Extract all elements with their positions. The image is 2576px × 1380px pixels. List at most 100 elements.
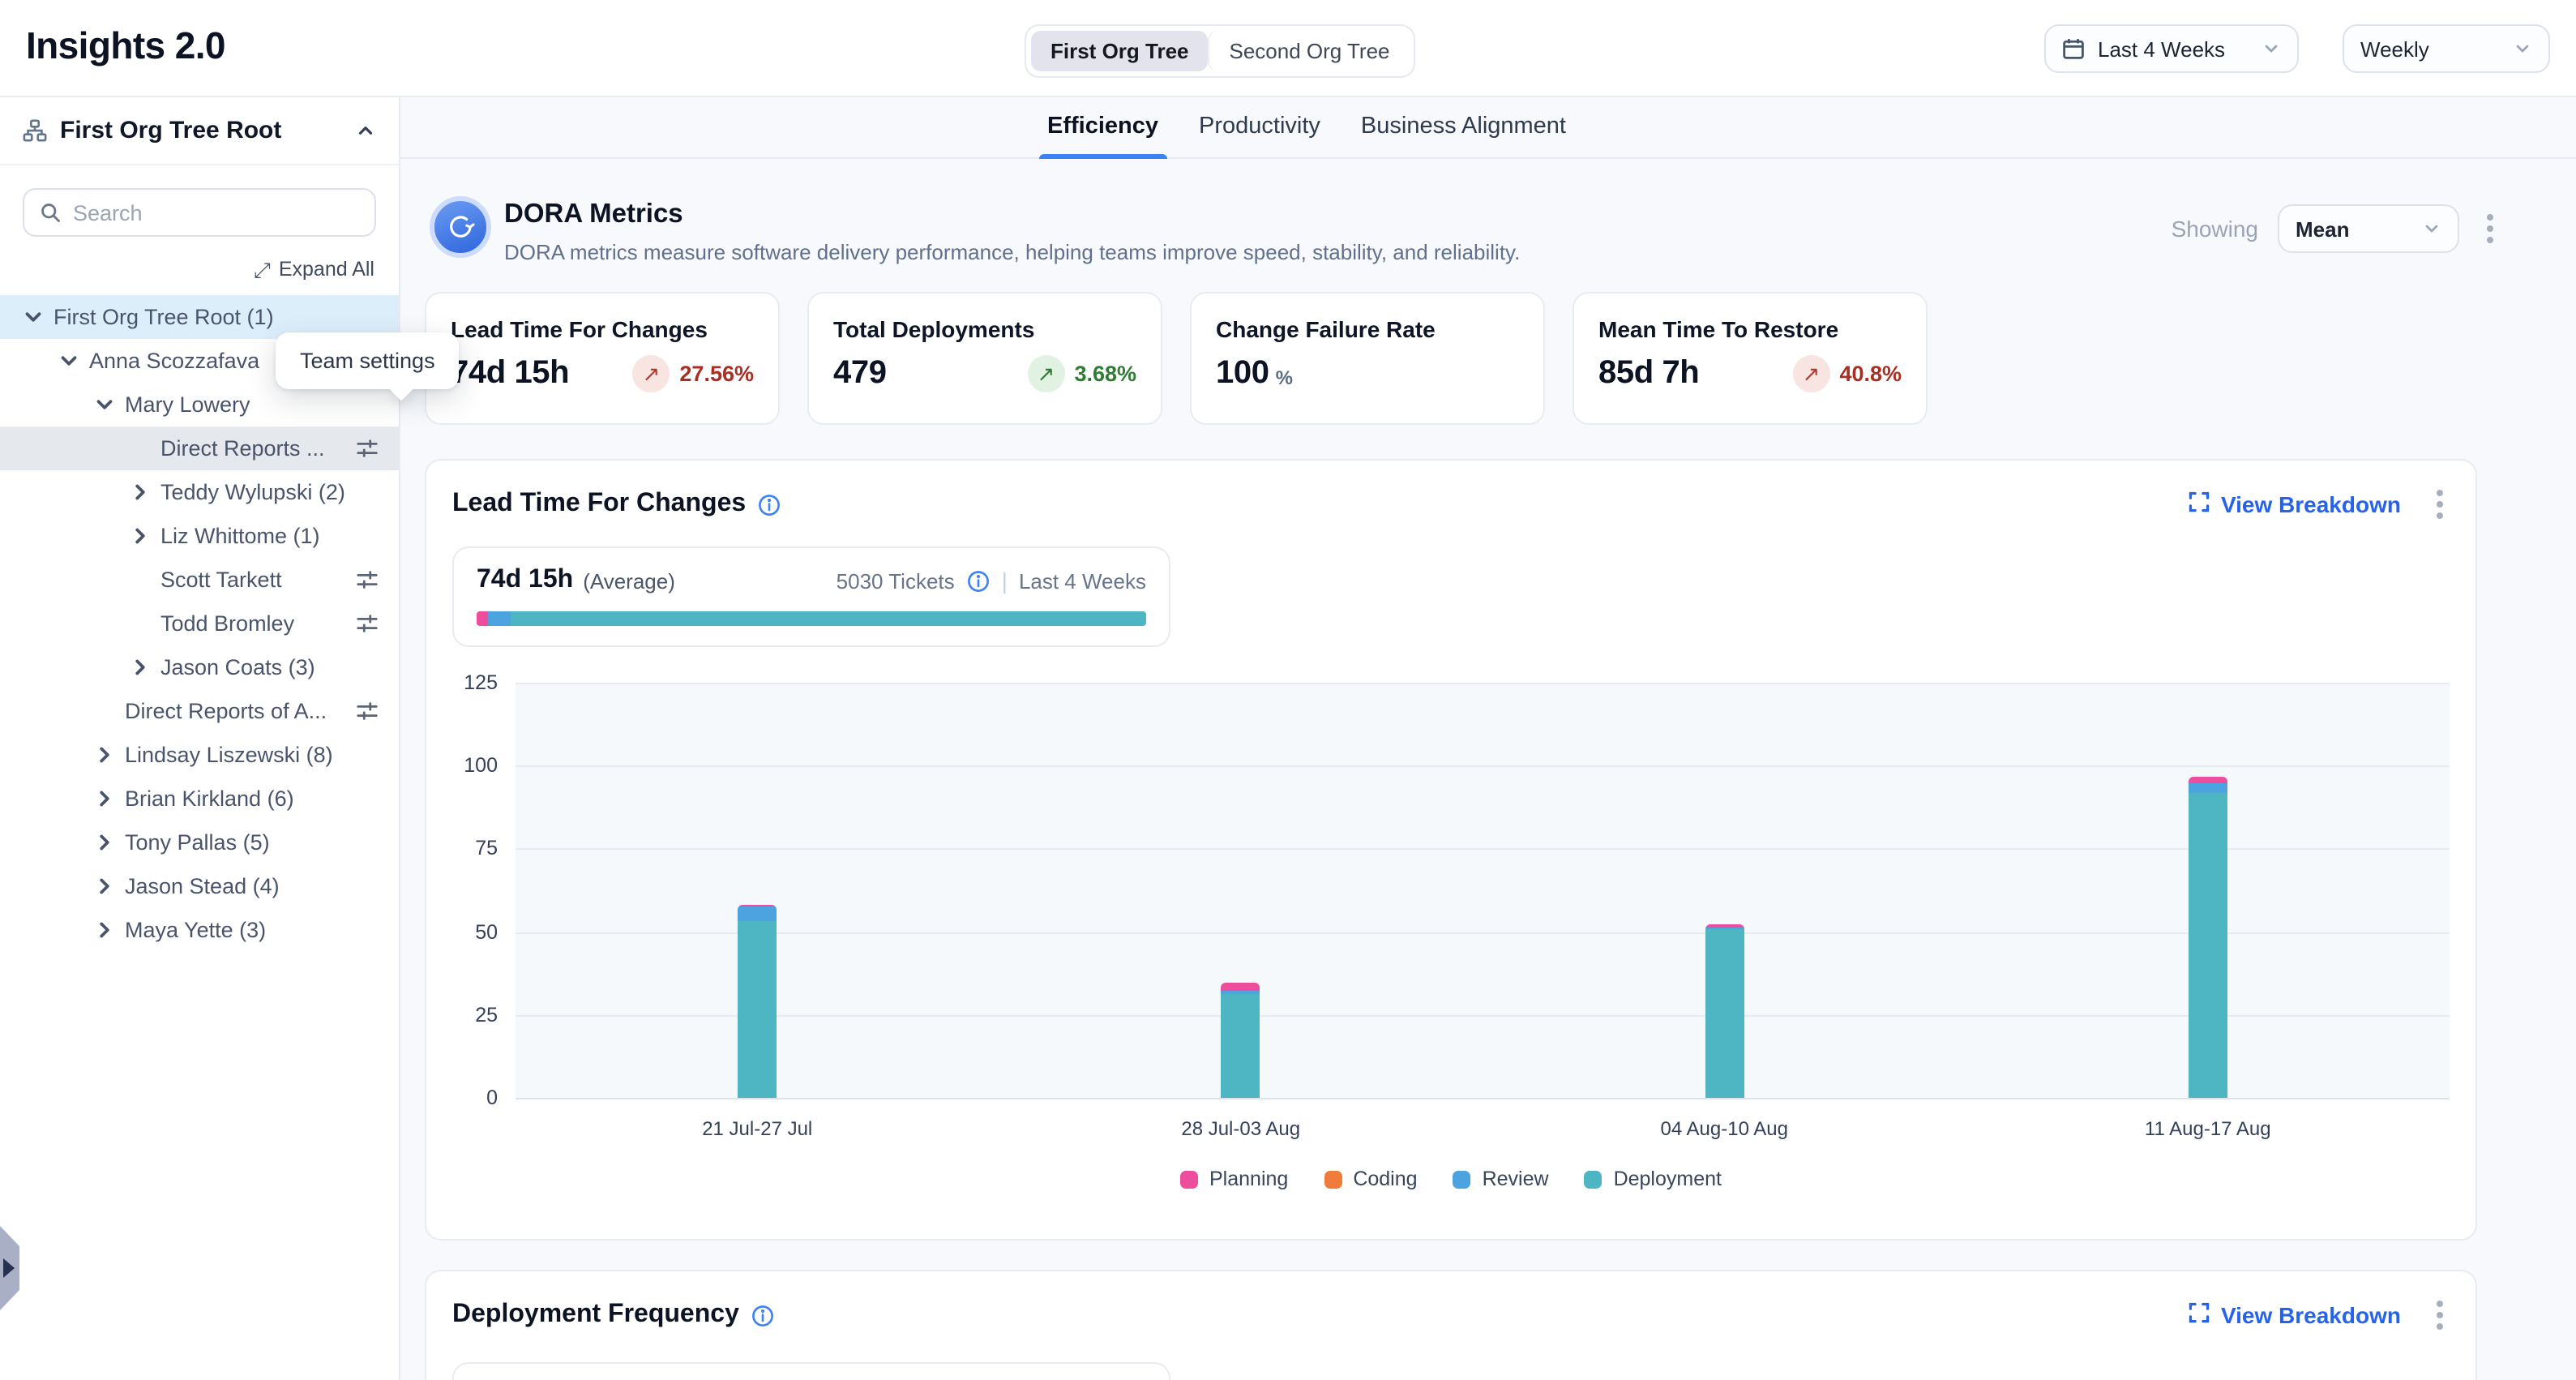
granularity-value: Weekly: [2360, 36, 2500, 61]
bar-zone: [999, 683, 1483, 1098]
chevron-down-icon[interactable]: [21, 305, 45, 329]
trend-percent: 27.56%: [679, 362, 754, 386]
chevron-down-icon[interactable]: [57, 349, 81, 373]
view-breakdown-button[interactable]: View Breakdown: [2189, 491, 2401, 517]
tickets-count: 5030 Tickets: [837, 568, 955, 593]
metric-card-mean-time-to-restore: Mean Time To Restore85d 7h↗40.8%: [1573, 292, 1928, 425]
info-icon[interactable]: [757, 492, 781, 516]
chart-plot: [516, 683, 2450, 1098]
chevron-down-icon[interactable]: [92, 392, 117, 417]
org-tree-toggle: First Org Tree Second Org Tree: [1025, 24, 1416, 78]
legend-item-review: Review: [1453, 1168, 1549, 1190]
deployment-frequency-menu-button[interactable]: [2428, 1294, 2451, 1336]
expand-all-label: Expand All: [279, 258, 374, 281]
toggle-first-org-tree[interactable]: First Org Tree: [1031, 31, 1209, 71]
lead-time-menu-button[interactable]: [2428, 483, 2451, 525]
dora-metrics-icon: [430, 196, 491, 258]
tree-item-label: Scott Tarkett: [160, 568, 282, 592]
tree-item-mary-lowery[interactable]: Mary Lowery: [0, 383, 399, 426]
tree-item-lindsay-liszewski-8[interactable]: Lindsay Liszewski (8): [0, 733, 399, 777]
legend-label: Coding: [1353, 1168, 1417, 1190]
metric-title: Change Failure Rate: [1216, 316, 1519, 342]
chevron-down-icon: [2513, 39, 2532, 58]
metric-trend: ↗27.56%: [632, 355, 754, 392]
chevron-right-icon[interactable]: [92, 918, 117, 942]
sidebar-header[interactable]: First Org Tree Root: [0, 97, 399, 165]
chevron-right-icon[interactable]: [92, 830, 117, 855]
deployment-frequency-card: Deployment Frequency View Breakdown: [425, 1270, 2477, 1380]
bar-21-jul-27-jul[interactable]: [738, 906, 777, 1099]
top-header: Insights 2.0 First Org Tree Second Org T…: [0, 0, 2576, 97]
tree-item-label: Jason Coats (3): [160, 655, 315, 679]
tree-item-label: Brian Kirkland (6): [125, 786, 294, 811]
bar-04-aug-10-aug[interactable]: [1705, 925, 1744, 1098]
showing-select[interactable]: Mean: [2278, 204, 2459, 253]
tree-item-maya-yette-3[interactable]: Maya Yette (3): [0, 908, 399, 952]
legend-item-coding: Coding: [1324, 1168, 1417, 1190]
showing-label: Showing: [2172, 216, 2258, 242]
team-settings-icon[interactable]: [355, 699, 379, 723]
expand-corners-icon: [2189, 491, 2210, 517]
chevron-down-icon: [2261, 39, 2281, 58]
date-range-select[interactable]: Last 4 Weeks: [2044, 24, 2299, 73]
tree-item-direct-reports[interactable]: Direct Reports ...: [0, 426, 399, 470]
progress-segment-review: [487, 611, 511, 626]
legend-swatch: [1324, 1170, 1341, 1188]
tree-item-scott-tarkett[interactable]: Scott Tarkett: [0, 558, 399, 602]
y-tick-label: 75: [426, 838, 498, 860]
tree-item-jason-coats-3[interactable]: Jason Coats (3): [0, 645, 399, 689]
trend-up-arrow-icon: ↗: [1027, 355, 1064, 392]
chevron-right-icon[interactable]: [128, 524, 152, 548]
tree-item-liz-whittome-1[interactable]: Liz Whittome (1): [0, 514, 399, 558]
info-icon[interactable]: [751, 1303, 775, 1327]
legend-item-planning: Planning: [1180, 1168, 1288, 1190]
bar-segment-planning: [1222, 984, 1260, 992]
tab-productivity[interactable]: Productivity: [1194, 97, 1325, 159]
lead-time-progress-bar: [477, 611, 1146, 626]
granularity-select[interactable]: Weekly: [2343, 24, 2550, 73]
tab-business-alignment[interactable]: Business Alignment: [1356, 97, 1571, 159]
tree-item-label: Mary Lowery: [125, 392, 250, 417]
chevron-right-icon[interactable]: [92, 786, 117, 811]
tree-item-label: Lindsay Liszewski (8): [125, 743, 333, 767]
info-icon[interactable]: [966, 568, 991, 593]
chevron-up-icon[interactable]: [355, 120, 376, 141]
tree-item-label: Direct Reports ...: [160, 436, 325, 461]
bar-segment-deployment: [1222, 993, 1260, 1098]
search-box[interactable]: [23, 188, 376, 237]
team-settings-icon[interactable]: [355, 568, 379, 592]
search-input[interactable]: [73, 200, 360, 225]
bar-11-aug-17-aug[interactable]: [2189, 778, 2227, 1098]
team-settings-icon[interactable]: [355, 611, 379, 636]
dora-menu-button[interactable]: [2479, 208, 2501, 250]
showing-value: Mean: [2296, 216, 2409, 241]
bar-28-jul-03-aug[interactable]: [1222, 984, 1260, 1098]
arrow-right-icon: [3, 1258, 15, 1278]
chevron-right-icon[interactable]: [128, 655, 152, 679]
toggle-second-org-tree[interactable]: Second Org Tree: [1209, 31, 1410, 71]
chevron-right-icon[interactable]: [128, 480, 152, 504]
expand-all-button[interactable]: ⤢ Expand All: [24, 258, 374, 281]
team-settings-icon[interactable]: [355, 436, 379, 461]
y-tick-label: 25: [426, 1004, 498, 1026]
y-tick-label: 100: [426, 754, 498, 777]
legend-item-deployment: Deployment: [1585, 1168, 1722, 1190]
tree-item-label: Jason Stead (4): [125, 874, 280, 898]
expand-all-icon: ⤢: [254, 259, 271, 280]
chevron-right-icon[interactable]: [92, 874, 117, 898]
tree-item-tony-pallas-5[interactable]: Tony Pallas (5): [0, 821, 399, 864]
tab-efficiency[interactable]: Efficiency: [1042, 97, 1163, 159]
view-breakdown-button[interactable]: View Breakdown: [2189, 1302, 2401, 1328]
chevron-right-icon[interactable]: [92, 743, 117, 767]
tree-item-jason-stead-4[interactable]: Jason Stead (4): [0, 864, 399, 908]
date-range-value: Last 4 Weeks: [2098, 36, 2249, 61]
page-title: Insights 2.0: [26, 24, 225, 68]
tree-indent-spacer: [128, 568, 152, 592]
org-tree-sidebar: First Org Tree Root ⤢ Expand All First O…: [0, 97, 400, 1380]
tree-item-direct-reports-of-a[interactable]: Direct Reports of A...: [0, 689, 399, 733]
tree-item-todd-bromley[interactable]: Todd Bromley: [0, 602, 399, 645]
metric-card-lead-time-for-changes: Lead Time For Changes74d 15h↗27.56%: [425, 292, 780, 425]
tree-item-brian-kirkland-6[interactable]: Brian Kirkland (6): [0, 777, 399, 821]
tree-item-teddy-wylupski-2[interactable]: Teddy Wylupski (2): [0, 470, 399, 514]
x-tick-label: 04 Aug-10 Aug: [1483, 1117, 1966, 1140]
